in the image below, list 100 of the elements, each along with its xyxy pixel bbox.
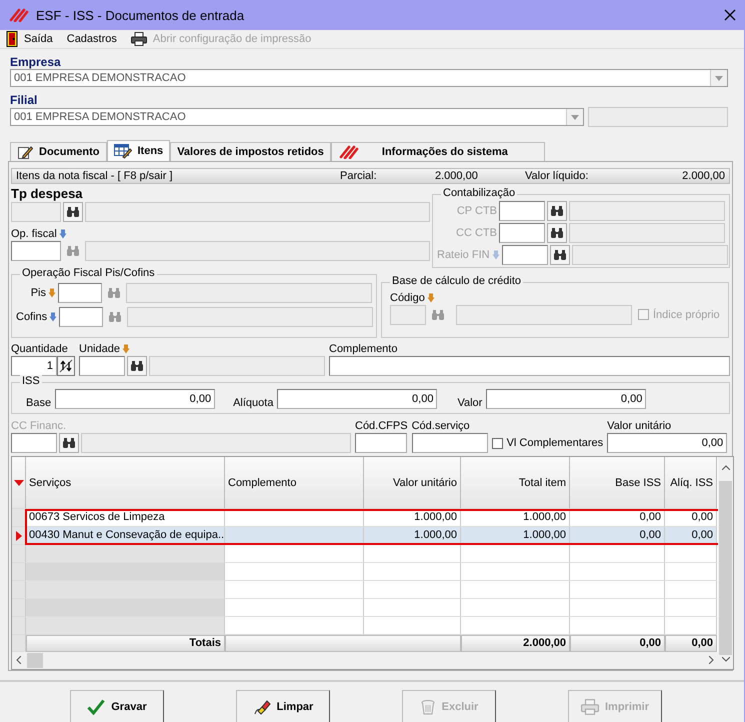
field-label: CC CTB [456, 226, 497, 239]
column-header[interactable]: Alíq. ISS [665, 457, 717, 509]
number-field[interactable]: 0,00 [486, 388, 646, 409]
field-label: Tp despesa [11, 186, 84, 202]
column-header[interactable]: Valor unitário [364, 457, 461, 509]
company-dropdown[interactable]: 001 EMPRESA DEMONSTRACAO [10, 69, 728, 87]
tab[interactable]: Informações do sistema [330, 142, 545, 161]
checkbox-label: Vl Complementares [506, 437, 604, 449]
number-field[interactable]: 1 [11, 356, 57, 376]
field-label: CC Financ. [11, 418, 68, 433]
printer-icon [580, 698, 599, 714]
vertical-scrollbar[interactable] [718, 457, 733, 669]
menu-item[interactable]: Cadastros [66, 33, 117, 45]
number-field[interactable]: 0,00 [277, 388, 438, 409]
field-label: Código [390, 292, 425, 304]
total-value: 2.000,00 [461, 635, 570, 652]
binoculars-icon [107, 286, 121, 299]
text-field[interactable] [499, 200, 545, 221]
text-field[interactable] [355, 433, 407, 453]
lookup-button[interactable] [550, 244, 570, 265]
action-button[interactable]: Limpar [236, 690, 330, 722]
text-field[interactable] [588, 107, 728, 127]
checkbox-label: Índice próprio [653, 308, 720, 321]
scroll-right-icon[interactable] [709, 654, 714, 666]
column-header[interactable]: Complemento [225, 457, 364, 509]
field-label: Base [26, 396, 52, 409]
branch-dropdown[interactable]: 001 EMPRESA DEMONSTRACAO [10, 108, 584, 126]
field-label: Pis [30, 286, 46, 299]
field-label: Complemento [329, 342, 398, 356]
check-icon [87, 698, 106, 714]
text-field[interactable] [499, 222, 545, 243]
text-field[interactable] [329, 356, 730, 376]
text-field[interactable] [412, 433, 488, 453]
row-indicator-cell [12, 635, 26, 652]
column-header[interactable]: Base ISS [570, 457, 665, 509]
sort-arrow-icon [14, 480, 24, 486]
checkbox[interactable] [492, 438, 503, 448]
text-field[interactable] [59, 306, 104, 327]
text-field[interactable] [58, 282, 102, 303]
lookup-button[interactable] [59, 433, 79, 453]
group-title: ISS [20, 374, 42, 387]
tab[interactable]: Valores de impostos retidos [170, 142, 331, 161]
current-row-icon [16, 530, 22, 540]
field-label: Quantidade [11, 342, 69, 356]
total-label: Valor líquido: [525, 170, 590, 182]
scroll-thumb[interactable] [719, 481, 732, 655]
lookup-button[interactable] [63, 202, 83, 222]
text-field[interactable] [502, 244, 548, 265]
door-icon [6, 31, 18, 47]
totals-label: Totais [26, 635, 225, 652]
field-label: Alíquota [233, 396, 274, 409]
lookup-button[interactable] [547, 222, 567, 243]
window-title: ESF - ISS - Documentos de entrada [36, 8, 246, 22]
field-label: Cofins [16, 310, 48, 323]
binoculars-icon [550, 204, 564, 217]
close-icon[interactable] [724, 9, 736, 21]
trash-icon [420, 698, 436, 714]
lookup-button[interactable] [547, 200, 567, 221]
group-title: Contabilização [441, 186, 518, 199]
printer-icon [130, 32, 147, 46]
table-icon [114, 143, 132, 159]
tab[interactable]: Documento [10, 142, 106, 161]
number-field[interactable]: 0,00 [607, 433, 728, 453]
pencil-icon [17, 144, 33, 160]
scroll-left-icon[interactable] [16, 654, 21, 666]
eraser-icon [252, 698, 271, 716]
logo-icon [338, 145, 360, 159]
scroll-thumb[interactable] [27, 653, 43, 668]
menu-item[interactable]: Saída [24, 33, 53, 45]
total-value: 2.000,00 [435, 170, 479, 182]
action-button[interactable]: Gravar [70, 690, 164, 722]
field-label: Cód.serviço [412, 418, 471, 433]
column-header[interactable]: Total item [461, 457, 570, 509]
spinner-icon[interactable] [57, 356, 75, 376]
text-field[interactable] [79, 356, 125, 376]
field-label: Valor [457, 396, 482, 409]
column-header[interactable]: Serviços [26, 457, 225, 509]
horizontal-scrollbar[interactable] [12, 652, 718, 669]
total-label: Parcial: [340, 170, 378, 182]
binoculars-icon [66, 244, 80, 257]
binoculars-icon [550, 226, 564, 239]
field-label: Valor unitário [607, 418, 672, 433]
panel-title: Itens da nota fiscal - [ F8 p/sair ] [16, 170, 174, 182]
text-field[interactable] [11, 433, 57, 453]
field-label: CP CTB [456, 204, 497, 217]
tab[interactable]: Itens [106, 140, 170, 161]
lookup-button[interactable] [127, 356, 147, 376]
field-label: Empresa [10, 55, 62, 69]
total-value: 0,00 [665, 635, 717, 652]
field-label: Filial [10, 93, 38, 107]
total-value: 2.000,00 [681, 170, 725, 182]
group-title: Base de cálculo de crédito [390, 274, 524, 287]
text-field[interactable] [11, 240, 61, 261]
binoculars-icon [66, 206, 80, 218]
binoculars-icon [108, 310, 122, 323]
table-row[interactable]: 00430 Manut e Consevação de equipa... 1.000,00 1.000,00 0,00 0,00 [12, 527, 718, 545]
logo-icon [8, 8, 30, 22]
binoculars-icon [130, 360, 144, 372]
binoculars-icon [431, 308, 445, 321]
number-field[interactable]: 0,00 [55, 388, 216, 409]
